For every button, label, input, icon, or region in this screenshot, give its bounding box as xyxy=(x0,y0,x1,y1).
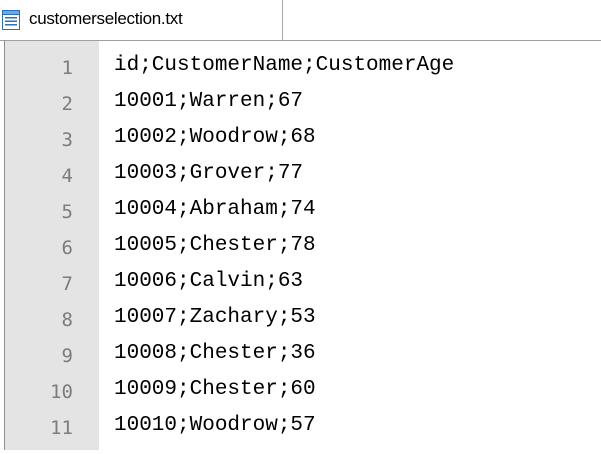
editor-line[interactable]: 3 10002;Woodrow;68 xyxy=(0,126,601,166)
editor-lines: 1 id;CustomerName;CustomerAge 2 10001;Wa… xyxy=(0,54,601,454)
line-text[interactable]: 10004;Abraham;74 xyxy=(114,198,316,221)
file-tab[interactable]: customerselection.txt xyxy=(0,0,283,40)
line-text[interactable]: 10002;Woodrow;68 xyxy=(114,126,316,149)
line-number: 8 xyxy=(61,309,73,331)
line-number: 1 xyxy=(61,57,73,79)
line-number: 9 xyxy=(61,345,73,367)
editor-line[interactable]: 8 10007;Zachary;53 xyxy=(0,306,601,346)
editor-line[interactable]: 1 id;CustomerName;CustomerAge xyxy=(0,54,601,94)
editor-line[interactable]: 9 10008;Chester;36 xyxy=(0,342,601,382)
editor-line[interactable]: 7 10006;Calvin;63 xyxy=(0,270,601,310)
line-number: 5 xyxy=(61,201,73,223)
line-text[interactable]: 10006;Calvin;63 xyxy=(114,270,303,293)
editor-line[interactable]: 2 10001;Warren;67 xyxy=(0,90,601,130)
line-text[interactable]: id;CustomerName;CustomerAge xyxy=(114,54,454,77)
line-number: 11 xyxy=(50,417,73,439)
editor-line[interactable]: 4 10003;Grover;77 xyxy=(0,162,601,202)
line-number: 4 xyxy=(61,165,73,187)
line-number: 6 xyxy=(61,237,73,259)
line-text[interactable]: 10008;Chester;36 xyxy=(114,342,316,365)
editor-line[interactable]: 5 10004;Abraham;74 xyxy=(0,198,601,238)
text-file-icon xyxy=(2,10,20,30)
line-number: 7 xyxy=(61,273,73,295)
line-text[interactable]: 10010;Woodrow;57 xyxy=(114,414,316,437)
tab-bar: customerselection.txt xyxy=(0,0,601,40)
line-number: 2 xyxy=(61,93,73,115)
line-number: 10 xyxy=(50,381,73,403)
line-text[interactable]: 10003;Grover;77 xyxy=(114,162,303,185)
editor-line[interactable]: 10 10009;Chester;60 xyxy=(0,378,601,418)
line-number: 3 xyxy=(61,129,73,151)
editor-line[interactable]: 6 10005;Chester;78 xyxy=(0,234,601,274)
line-text[interactable]: 10007;Zachary;53 xyxy=(114,306,316,329)
editor-line[interactable]: 11 10010;Woodrow;57 xyxy=(0,414,601,454)
line-text[interactable]: 10001;Warren;67 xyxy=(114,90,303,113)
tab-filename: customerselection.txt xyxy=(29,9,183,28)
line-text[interactable]: 10005;Chester;78 xyxy=(114,234,316,257)
line-text[interactable]: 10009;Chester;60 xyxy=(114,378,316,401)
